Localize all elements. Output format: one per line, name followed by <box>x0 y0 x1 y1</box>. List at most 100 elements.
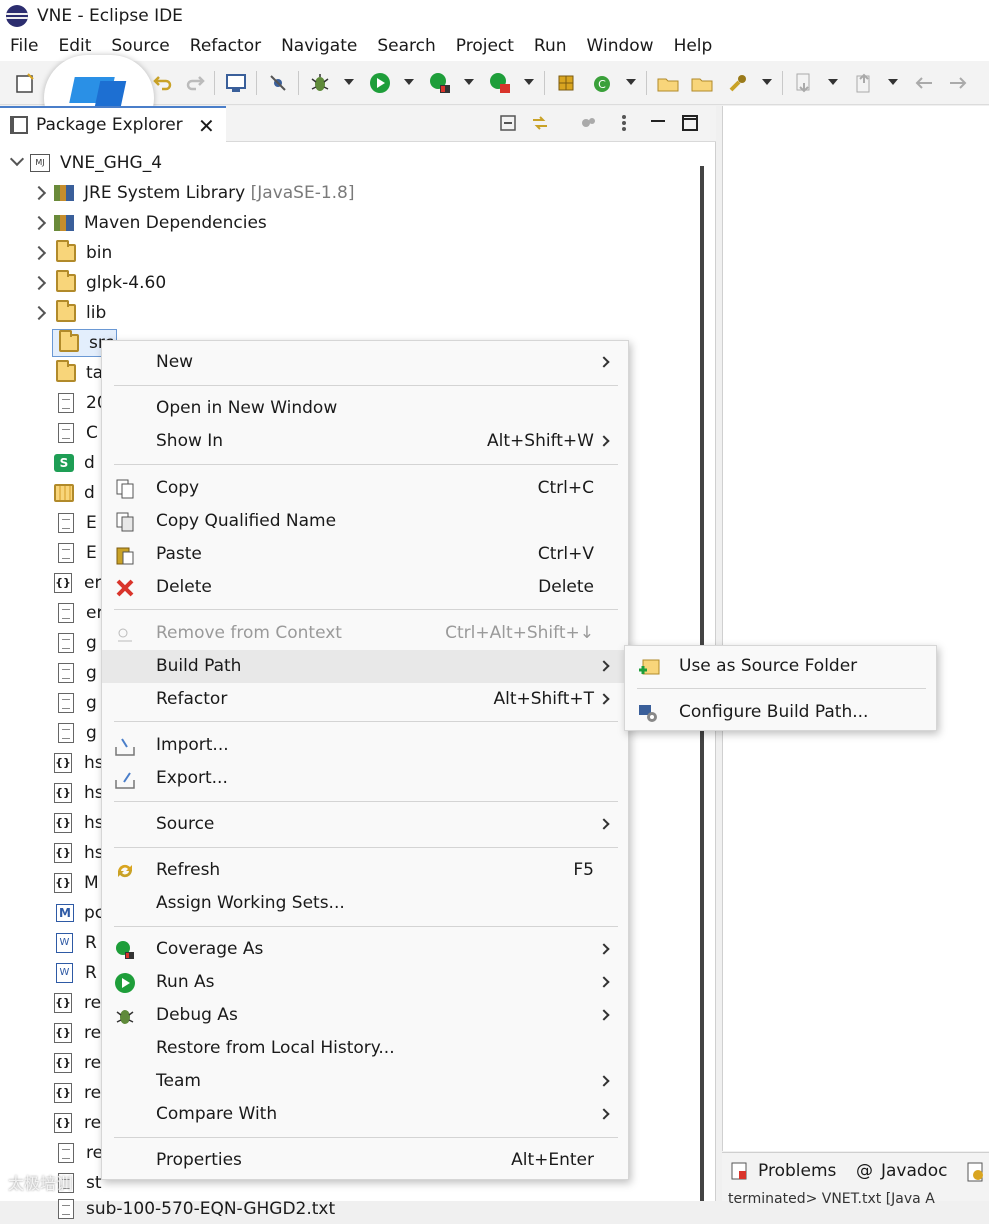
tree-item[interactable]: d <box>54 478 95 508</box>
tree-item[interactable]: {} hs <box>54 808 104 838</box>
menu-item-build-path[interactable]: Build Path <box>102 650 630 683</box>
close-icon[interactable]: ✕ <box>198 114 215 138</box>
collapse-all-icon[interactable] <box>498 113 518 133</box>
run-icon[interactable] <box>368 71 392 95</box>
menu-file[interactable]: File <box>0 31 48 61</box>
tree-item[interactable]: {} er <box>54 568 101 598</box>
tree-item[interactable]: WR <box>56 958 97 988</box>
menu-item-compare-with[interactable]: Compare With <box>102 1098 630 1131</box>
tree-item[interactable]: E <box>56 508 97 538</box>
menu-run[interactable]: Run <box>524 31 577 61</box>
chevron-right-icon[interactable] <box>31 245 47 261</box>
link-with-editor-icon[interactable] <box>530 113 550 133</box>
new-file-icon[interactable] <box>14 71 38 95</box>
tree-item[interactable]: Mpc <box>56 898 104 928</box>
menu-item-run-as[interactable]: Run As <box>102 966 630 999</box>
tree-item-project[interactable]: MJ VNE_GHG_4 <box>9 148 162 178</box>
chevron-right-icon[interactable] <box>31 305 47 321</box>
coverage-icon[interactable] <box>428 71 452 95</box>
tree-item[interactable]: re <box>56 1138 103 1168</box>
tree-item[interactable]: C <box>56 418 98 448</box>
menu-navigate[interactable]: Navigate <box>271 31 367 61</box>
tree-item[interactable]: JRE System Library [JavaSE-1.8] <box>31 178 355 208</box>
new-package-icon[interactable] <box>554 71 578 95</box>
menu-item-export[interactable]: Export... <box>102 762 630 795</box>
menu-item-debug-as[interactable]: Debug As <box>102 999 630 1032</box>
tab-javadoc[interactable]: @ Javadoc <box>856 1161 947 1181</box>
tree-item[interactable]: g <box>56 688 97 718</box>
menu-project[interactable]: Project <box>446 31 524 61</box>
tab-package-explorer[interactable]: Package Explorer ✕ <box>0 106 226 142</box>
chevron-right-icon[interactable] <box>31 185 47 201</box>
chevron-right-icon[interactable] <box>31 215 47 231</box>
tree-item[interactable]: {} hs <box>54 748 104 778</box>
focus-active-task-icon[interactable] <box>578 113 598 133</box>
menu-item-show-in[interactable]: Show In Alt+Shift+W <box>102 425 630 458</box>
menu-item-new[interactable]: New <box>102 346 630 379</box>
menu-item-import[interactable]: Import... <box>102 729 630 762</box>
tree-item[interactable]: {} re <box>54 1018 101 1048</box>
tree-item[interactable]: {} re <box>54 1048 101 1078</box>
tree-item[interactable]: er <box>56 598 103 628</box>
open-type-icon[interactable] <box>656 71 680 95</box>
menu-item-copy[interactable]: Copy Ctrl+C <box>102 472 630 505</box>
tree-item[interactable]: ta <box>56 358 103 388</box>
open-task-icon[interactable] <box>690 71 714 95</box>
console-icon[interactable] <box>224 71 248 95</box>
maximize-icon[interactable] <box>680 113 700 133</box>
menu-item-refactor[interactable]: Refactor Alt+Shift+T <box>102 683 630 716</box>
tree-item[interactable]: 20 <box>56 388 108 418</box>
tree-item[interactable]: Maven Dependencies <box>31 208 267 238</box>
tree-item[interactable]: {} re <box>54 988 101 1018</box>
forward-icon[interactable] <box>946 71 970 95</box>
tree-item[interactable]: sub-100-570-EQN-GHGD2.txt <box>56 1194 335 1224</box>
previous-annotation-icon[interactable] <box>852 71 876 95</box>
menu-item-source[interactable]: Source <box>102 808 630 841</box>
chevron-down-icon[interactable] <box>9 151 25 167</box>
search-icon[interactable] <box>726 71 750 95</box>
tab-problems[interactable]: Problems <box>730 1161 836 1181</box>
skip-breakpoints-icon[interactable] <box>266 71 290 95</box>
redo-icon[interactable] <box>184 71 208 95</box>
tree-item[interactable]: bin <box>31 238 112 268</box>
menu-item-use-as-source-folder[interactable]: Use as Source Folder <box>625 650 938 683</box>
menu-item-copy-qualified-name[interactable]: Copy Qualified Name <box>102 505 630 538</box>
tree-item[interactable]: Sd <box>54 448 95 478</box>
minimize-icon[interactable] <box>648 113 668 133</box>
tree-item[interactable]: WR <box>56 928 97 958</box>
tree-item[interactable]: {} re <box>54 1078 101 1108</box>
chevron-right-icon[interactable] <box>31 275 47 291</box>
menu-item-assign-working-sets[interactable]: Assign Working Sets... <box>102 887 630 920</box>
menu-window[interactable]: Window <box>577 31 664 61</box>
tree-item[interactable]: {} hs <box>54 778 104 808</box>
tree-item[interactable]: E <box>56 538 97 568</box>
tree-item[interactable]: {} hs <box>54 838 104 868</box>
tree-item[interactable]: {} M <box>54 868 99 898</box>
menu-item-team[interactable]: Team <box>102 1065 630 1098</box>
menu-item-properties[interactable]: Properties Alt+Enter <box>102 1144 630 1177</box>
view-menu-icon[interactable] <box>614 113 634 133</box>
new-class-icon[interactable]: C <box>590 71 614 95</box>
back-icon[interactable] <box>912 71 936 95</box>
menu-item-coverage-as[interactable]: Coverage As <box>102 933 630 966</box>
menu-help[interactable]: Help <box>664 31 723 61</box>
menu-item-paste[interactable]: Paste Ctrl+V <box>102 538 630 571</box>
tree-item[interactable]: g <box>56 658 97 688</box>
menu-item-delete[interactable]: Delete Delete <box>102 571 630 604</box>
menu-item-restore-local-history[interactable]: Restore from Local History... <box>102 1032 630 1065</box>
menu-search[interactable]: Search <box>367 31 445 61</box>
menu-item-configure-build-path[interactable]: Configure Build Path... <box>625 696 938 729</box>
menu-refactor[interactable]: Refactor <box>180 31 271 61</box>
debug-icon[interactable] <box>308 71 332 95</box>
menu-item-open-in-new-window[interactable]: Open in New Window <box>102 392 630 425</box>
menu-item-remove-from-context[interactable]: Remove from Context Ctrl+Alt+Shift+↓ <box>102 617 630 650</box>
tree-item[interactable]: g <box>56 628 97 658</box>
tree-item[interactable]: glpk-4.60 <box>31 268 166 298</box>
tree-item[interactable]: {} re <box>54 1108 101 1138</box>
menu-item-refresh[interactable]: Refresh F5 <box>102 854 630 887</box>
run-external-tool-icon[interactable] <box>488 71 512 95</box>
next-annotation-icon[interactable] <box>792 71 816 95</box>
tree-item[interactable]: g <box>56 718 97 748</box>
declaration-icon[interactable] <box>966 1161 986 1183</box>
tree-item[interactable]: lib <box>31 298 106 328</box>
